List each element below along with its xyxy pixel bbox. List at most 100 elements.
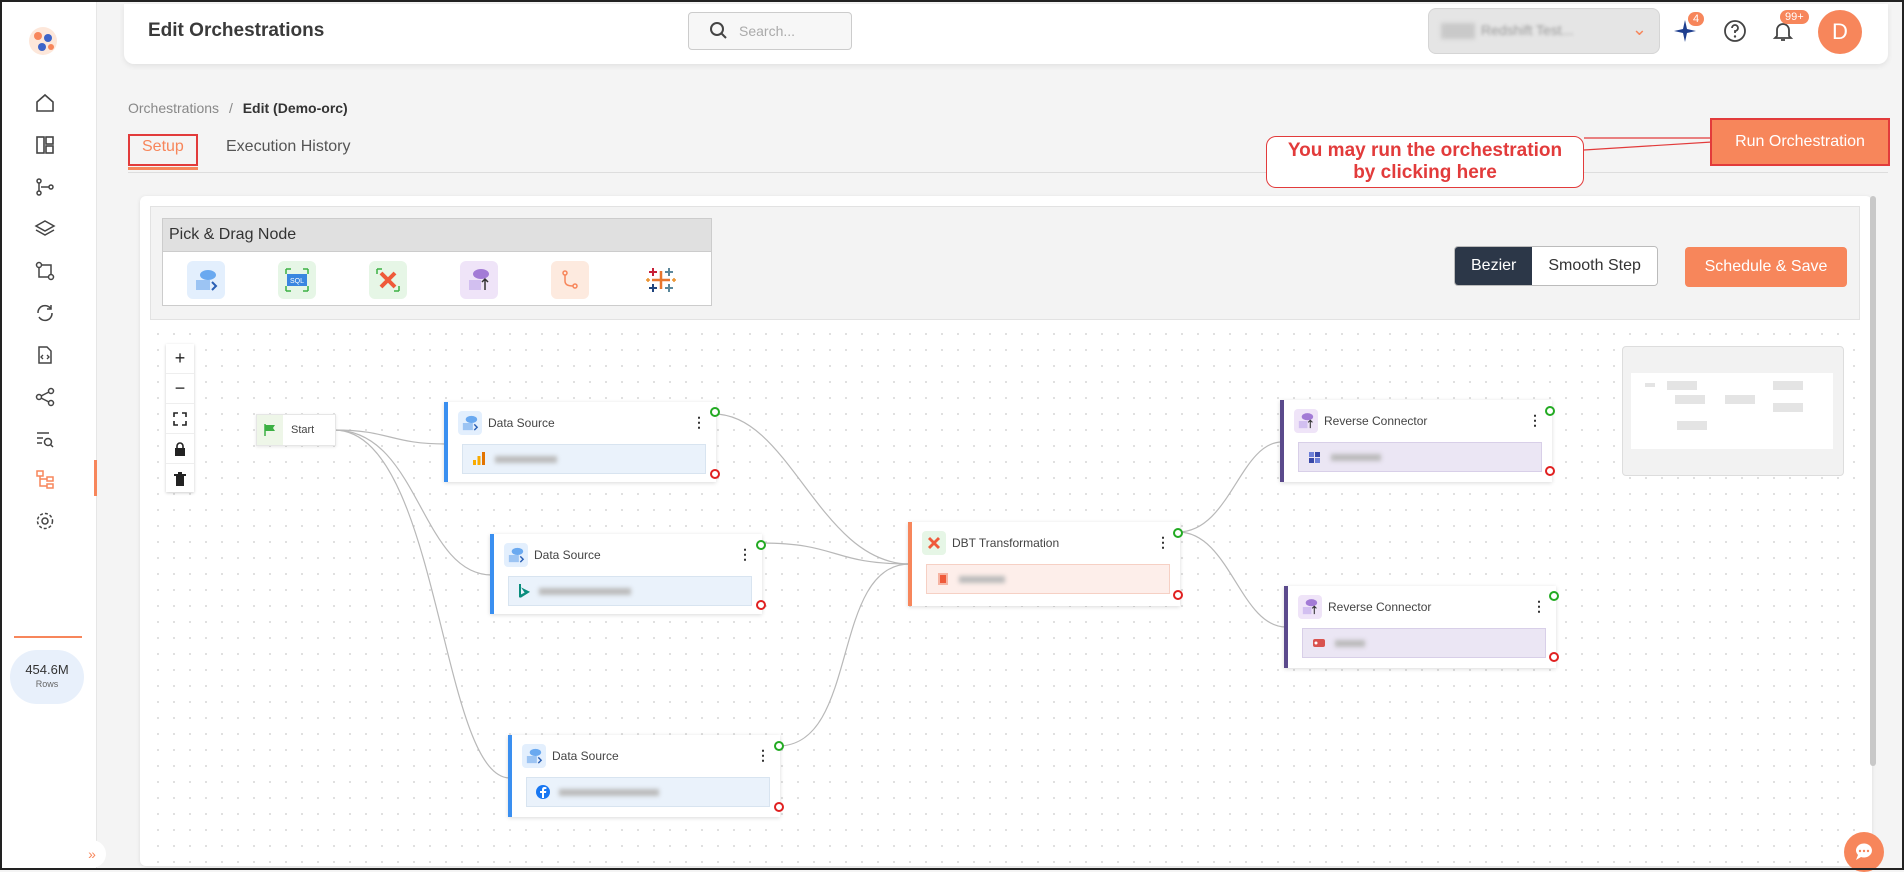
tab-setup[interactable]: Setup [127, 134, 198, 170]
panel-scrollbar[interactable] [1870, 196, 1876, 766]
dbt-icon [376, 268, 400, 292]
help-button[interactable] [1720, 16, 1750, 46]
start-label: Start [291, 424, 315, 436]
reverse-connector-icon [469, 269, 489, 290]
node-palette: Pick & Drag Node SQL [162, 218, 712, 306]
zoom-out-button[interactable]: − [166, 374, 194, 404]
node-failure-handle[interactable] [774, 802, 784, 812]
destination-icon [1313, 639, 1325, 647]
dashboard-icon [36, 136, 54, 154]
node-connector [462, 444, 706, 474]
callout-line-1: You may run the orchestration [1287, 140, 1563, 161]
schedule-save-button[interactable]: Schedule & Save [1685, 247, 1847, 287]
workspace-name: Redshift Test... [1481, 22, 1574, 38]
flow-controls: + − [166, 344, 194, 492]
sidebar-item-sync[interactable] [30, 298, 60, 328]
node-title: Data Source [488, 416, 555, 430]
node-menu-icon[interactable]: ⋮ [692, 414, 706, 431]
edge-style-toggle: Bezier Smooth Step [1454, 246, 1658, 286]
sidebar-item-layers[interactable] [30, 214, 60, 244]
search-input[interactable]: Search... [688, 12, 852, 50]
node-success-handle[interactable] [756, 540, 766, 550]
node-menu-icon[interactable]: ⋮ [1528, 412, 1542, 429]
chat-icon [1855, 843, 1872, 860]
sidebar-item-orchestration[interactable] [30, 464, 60, 494]
sidebar-item-pipelines[interactable] [30, 172, 60, 202]
node-failure-handle[interactable] [1173, 590, 1183, 600]
breadcrumb-separator: / [228, 100, 233, 116]
sidebar-item-dashboard[interactable] [30, 130, 60, 160]
node-reverse-connector-2[interactable]: Reverse Connector ⋮ [1284, 586, 1556, 668]
node-menu-icon[interactable]: ⋮ [1156, 534, 1170, 551]
ai-assistant-button[interactable]: 4 [1670, 12, 1705, 46]
node-menu-icon[interactable]: ⋮ [756, 747, 770, 764]
fit-view-button[interactable] [166, 404, 194, 434]
double-chevron-right-icon: » [88, 846, 96, 862]
node-failure-handle[interactable] [1549, 652, 1559, 662]
top-header: Edit Orchestrations Search... Redshift T… [124, 4, 1888, 64]
sidebar-item-settings[interactable] [30, 506, 60, 536]
node-success-handle[interactable] [710, 407, 720, 417]
node-connector [1298, 442, 1542, 472]
node-title: Reverse Connector [1328, 600, 1432, 614]
sidebar-item-home[interactable] [30, 88, 60, 118]
app-logo[interactable] [26, 24, 60, 58]
palette-title: Pick & Drag Node [163, 219, 711, 252]
palette-reverse-connector[interactable] [460, 261, 498, 299]
start-node[interactable]: Start [256, 414, 336, 446]
node-success-handle[interactable] [1545, 406, 1555, 416]
run-orchestration-button[interactable]: Run Orchestration [1710, 118, 1890, 166]
minimap-node [1667, 381, 1697, 390]
node-failure-handle[interactable] [1545, 466, 1555, 476]
active-indicator [94, 460, 97, 496]
breadcrumb-parent[interactable]: Orchestrations [128, 100, 219, 116]
node-failure-handle[interactable] [710, 469, 720, 479]
tab-execution-history[interactable]: Execution History [226, 138, 351, 156]
node-reverse-connector-1[interactable]: Reverse Connector ⋮ [1280, 400, 1552, 482]
tab-bar: Setup Execution History [127, 132, 1888, 173]
expand-sidebar-button[interactable]: » [78, 840, 106, 868]
flow-minimap[interactable] [1622, 346, 1844, 476]
node-success-handle[interactable] [1549, 591, 1559, 601]
node-success-handle[interactable] [1173, 528, 1183, 538]
node-dbt-transformation[interactable]: DBT Transformation ⋮ [908, 522, 1180, 606]
node-data-source-1[interactable]: Data Source ⋮ [444, 402, 716, 482]
minimap-node [1677, 421, 1707, 430]
bing-icon [519, 584, 531, 598]
svg-text:SQL: SQL [290, 278, 304, 285]
palette-branch[interactable] [551, 261, 589, 299]
node-success-handle[interactable] [774, 741, 784, 751]
node-connector [508, 576, 752, 606]
delete-button[interactable] [166, 464, 194, 493]
palette-data-source[interactable] [187, 261, 225, 299]
edge-style-smooth-step[interactable]: Smooth Step [1532, 247, 1657, 285]
user-avatar[interactable]: D [1818, 10, 1862, 54]
zoom-in-button[interactable]: + [166, 344, 194, 374]
edge-style-bezier[interactable]: Bezier [1455, 247, 1533, 285]
sidebar-item-git-compare[interactable] [30, 256, 60, 286]
node-data-source-3[interactable]: Data Source ⋮ [508, 735, 780, 817]
rows-usage-value: 454.6M [25, 662, 69, 677]
notifications-button[interactable]: 99+ [1768, 10, 1809, 46]
workspace-selector[interactable]: Redshift Test... ⌄ [1428, 8, 1660, 54]
lock-button[interactable] [166, 434, 194, 464]
palette-sql[interactable]: SQL [278, 261, 316, 299]
palette-tableau[interactable] [642, 261, 680, 299]
node-menu-icon[interactable]: ⋮ [738, 546, 752, 563]
layers-icon [34, 220, 56, 236]
chat-support-button[interactable] [1844, 832, 1884, 872]
minimap-node [1773, 381, 1803, 390]
node-menu-icon[interactable]: ⋮ [1532, 598, 1546, 615]
sidebar-item-code[interactable] [30, 340, 60, 370]
node-title: Reverse Connector [1324, 414, 1428, 428]
minimap-viewport [1631, 373, 1833, 449]
node-data-source-2[interactable]: Data Source ⋮ [490, 534, 762, 614]
sidebar-item-flow[interactable] [30, 382, 60, 412]
orchestration-icon [36, 470, 54, 489]
data-source-icon [458, 411, 482, 435]
node-failure-handle[interactable] [756, 600, 766, 610]
flag-icon [257, 415, 283, 445]
palette-dbt[interactable] [369, 261, 407, 299]
sidebar-item-search-list[interactable] [30, 424, 60, 454]
flow-icon [35, 387, 55, 407]
